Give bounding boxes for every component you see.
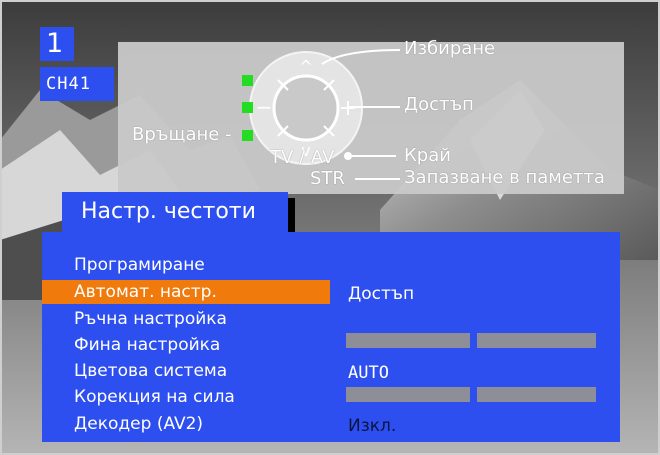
menu-item-manual-tuning[interactable]: Ръчна настройка — [42, 307, 330, 331]
menu-title: Настр. честоти — [62, 192, 288, 232]
decoder-value: Изкл. — [348, 416, 397, 436]
signal-correction-bar-left — [346, 387, 470, 402]
help-back-label: Връщане - — [132, 124, 232, 145]
svg-text:−: − — [256, 95, 273, 119]
help-tvav-label: TV / AV — [270, 147, 335, 168]
svg-text:^: ^ — [299, 57, 312, 76]
svg-text:+: + — [339, 96, 357, 121]
channel-name: CH41 — [40, 67, 114, 101]
fine-tuning-bar-left — [346, 333, 470, 348]
menu-item-fine-tuning[interactable]: Фина настройка — [42, 333, 330, 357]
colour-system-value: AUTO — [348, 363, 389, 383]
help-exit-label: Край — [404, 145, 451, 166]
signal-correction-bar-right — [477, 387, 596, 402]
fine-tuning-bar-right — [477, 333, 596, 348]
indicator-green-1 — [242, 75, 253, 86]
indicator-green-3 — [242, 130, 253, 141]
help-select-label: Избиране — [404, 38, 496, 59]
help-store-label: Запазване в паметта — [404, 167, 605, 188]
menu-item-colour-system[interactable]: Цветова система — [42, 359, 330, 383]
channel-number: 1 — [40, 27, 74, 61]
indicator-green-2 — [242, 102, 253, 113]
menu-item-signal-correction[interactable]: Корекция на сила — [42, 385, 330, 409]
help-store-key-label: STR — [310, 168, 345, 189]
menu-item-programming[interactable]: Програмиране — [42, 253, 330, 277]
auto-tuning-value: Достъп — [348, 284, 415, 304]
menu-item-decoder[interactable]: Декодер (AV2) — [42, 412, 330, 436]
menu-item-auto-tuning[interactable]: Автомат. настр. — [42, 280, 330, 304]
help-access-label: Достъп — [404, 94, 474, 115]
